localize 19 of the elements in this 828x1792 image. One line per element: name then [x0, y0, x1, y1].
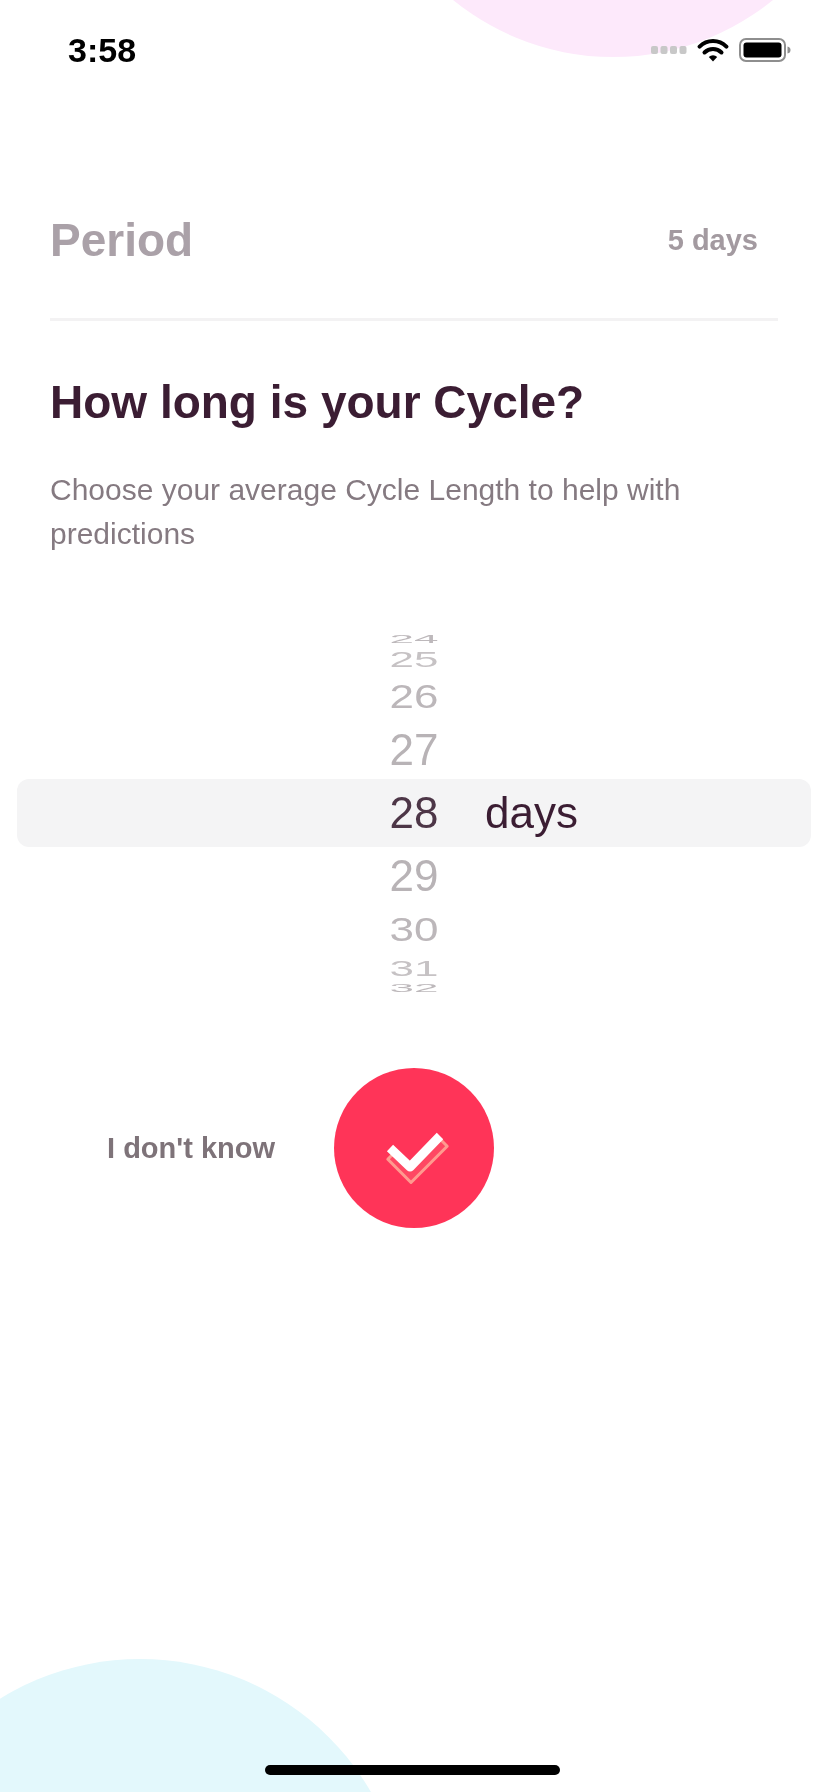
question-title: How long is your Cycle?: [50, 375, 586, 430]
picker-number[interactable]: 30: [389, 913, 439, 946]
picker-number[interactable]: 32: [389, 982, 439, 993]
picker-number[interactable]: 24: [389, 633, 439, 644]
picker-number[interactable]: 31: [389, 956, 439, 979]
question-description: Choose your average Cycle Length to help with predictions: [50, 472, 682, 552]
battery-icon: [739, 38, 791, 62]
dont-know-button[interactable]: I don't know: [107, 1133, 334, 1163]
wifi-icon: [697, 38, 729, 62]
picker-number[interactable]: 26: [389, 680, 439, 713]
status-time: 3:58: [68, 33, 137, 67]
unit-label: days: [484, 791, 578, 835]
summary-label: Period: [50, 217, 194, 263]
picker-number[interactable]: 29: [389, 854, 439, 898]
picker-number[interactable]: 27: [389, 728, 439, 772]
picker-number[interactable]: 25: [389, 647, 439, 670]
picker-number[interactable]: 28: [389, 791, 439, 835]
summary-value: 5 days: [667, 225, 758, 255]
signal-icon: [651, 46, 687, 54]
